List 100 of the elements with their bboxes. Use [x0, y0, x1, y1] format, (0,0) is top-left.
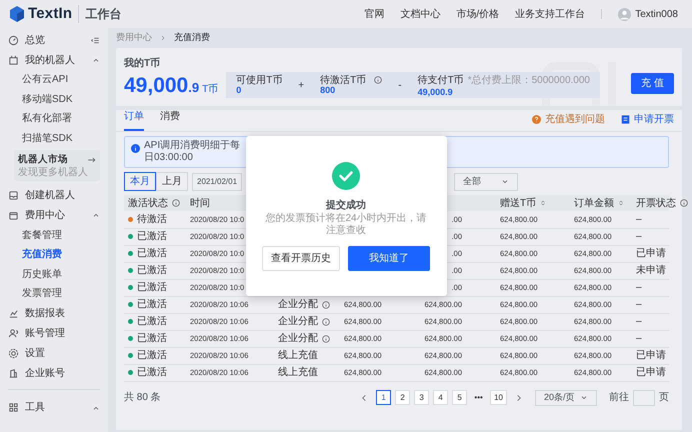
column-header: 订单金额	[574, 196, 614, 210]
page-size-select[interactable]: 20条/页	[535, 390, 597, 406]
table-cell: –	[636, 316, 642, 327]
recharge-button[interactable]: 充 值	[631, 72, 674, 94]
sidebar-subitem[interactable]: 移动端SDK	[8, 90, 100, 109]
date-field[interactable]: 2021/02/01	[192, 172, 242, 190]
chevron-right-icon	[515, 394, 523, 402]
sidebar-item[interactable]: 我的机器人	[8, 50, 100, 70]
wallet-icon	[8, 210, 19, 221]
chart-icon	[8, 308, 19, 319]
tray-icon	[8, 190, 19, 201]
table-cell-text: 已激活	[137, 349, 167, 363]
table-cell: –	[636, 214, 642, 225]
page-button[interactable]: 2	[395, 390, 410, 405]
table-cell-text: 已激活	[137, 264, 167, 278]
more-pages-button[interactable]: •••	[471, 390, 486, 405]
sidebar-item[interactable]: 数据报表	[8, 303, 100, 324]
table-cell-text: 企业分配	[278, 332, 318, 346]
nav-link[interactable]: 官网	[364, 6, 384, 22]
table-cell-text: 已激活	[137, 247, 167, 261]
page-button[interactable]: 3	[414, 390, 430, 405]
balance-amount: 49,000.9 T币	[124, 75, 218, 98]
nav-link[interactable]: 业务支持工作台	[515, 6, 586, 22]
dialog-title: 提交成功	[326, 198, 366, 212]
workspace-title: 工作台	[78, 5, 122, 23]
limit-note: *总付费上限：5000000.000	[468, 74, 590, 88]
confirm-button[interactable]: 我知道了	[348, 246, 430, 270]
hexagon-logo-icon	[10, 6, 24, 22]
chevron-up-icon	[92, 56, 100, 64]
page-button[interactable]: 5	[452, 390, 468, 405]
tab[interactable]: 订单	[124, 104, 144, 131]
info-circle-icon	[131, 144, 140, 153]
sidebar-subitem[interactable]: 发票管理	[8, 284, 100, 304]
period-button[interactable]: 本月	[124, 172, 156, 191]
page-button[interactable]: 1	[376, 390, 392, 405]
table-cell-text: 企业分配	[278, 298, 318, 312]
sidebar-item[interactable]: 创建机器人	[8, 185, 100, 206]
settings-icon	[8, 348, 19, 359]
table-cell-text: 已激活	[137, 230, 167, 244]
stat-label: 待激活T币	[320, 74, 366, 86]
page-unit-label: 页	[659, 391, 669, 405]
sidebar-item[interactable]: 总览	[8, 30, 100, 50]
chevron-down-icon	[501, 178, 509, 186]
sort-icon	[618, 199, 624, 207]
table-cell-text: 待激活	[137, 212, 167, 227]
sidebar-item[interactable]: 设置	[8, 343, 100, 364]
sidebar-subitem[interactable]: 历史账单	[8, 264, 100, 284]
info-icon	[374, 76, 382, 84]
table-cell-text: 线上充值	[278, 348, 318, 363]
gauge-icon	[8, 34, 19, 46]
operator-sign: +	[298, 80, 304, 90]
breadcrumb-current: 充值消费	[174, 31, 210, 44]
period-button[interactable]: 上月	[156, 172, 188, 191]
sidebar-item[interactable]: 企业账号	[8, 363, 100, 384]
nav-link[interactable]: 市场/价格	[456, 6, 500, 22]
chevron-right-icon	[160, 34, 166, 42]
question-icon	[532, 115, 541, 124]
sort-icon	[540, 199, 546, 207]
table-cell: 未申请	[636, 265, 666, 276]
stat-value: 0	[236, 86, 242, 96]
column-header: 时间	[190, 196, 210, 210]
sidebar-item[interactable]: 工具	[8, 389, 100, 420]
sidebar-subitem[interactable]: 公有云API	[8, 70, 100, 90]
table-cell-text: 已激活	[137, 332, 167, 346]
sidebar-item[interactable]: 账号管理	[8, 323, 100, 344]
sidebar-subitem[interactable]: 私有化部署	[8, 109, 100, 128]
table-cell: –	[636, 333, 642, 344]
sidebar-subitem[interactable]: 扫描笔SDK	[8, 128, 100, 148]
grid-icon	[8, 402, 19, 414]
page-input[interactable]	[633, 390, 655, 406]
table-cell-text: 已激活	[137, 298, 167, 312]
arrow-right-icon	[87, 156, 96, 164]
sidebar-item[interactable]: 费用中心	[8, 205, 100, 226]
table-cell-text: 线上充值	[278, 366, 318, 380]
user-name[interactable]: Textin008	[635, 6, 678, 22]
invoice-link[interactable]: 申请开票	[621, 112, 674, 127]
sidebar-subitem[interactable]: 套餐管理	[8, 225, 100, 245]
table-cell: –	[636, 299, 642, 310]
sidebar-subitem[interactable]: 充值消费	[8, 244, 100, 264]
column-header: 开票状态	[636, 196, 676, 210]
info-icon	[172, 199, 180, 207]
stat-label: 待支付T币	[418, 74, 464, 86]
stat-value: 800	[320, 86, 336, 96]
building-icon	[8, 368, 19, 379]
info-icon	[322, 318, 330, 326]
tab[interactable]: 消费	[160, 104, 180, 131]
column-header: 激活状态	[128, 196, 168, 210]
info-icon	[322, 334, 330, 342]
chevron-down-icon	[580, 394, 588, 402]
page-button[interactable]: 10	[490, 390, 507, 405]
market-card[interactable]: 机器人市场 发现更多机器人	[14, 150, 100, 182]
table-cell: –	[636, 282, 642, 293]
stat-value: 49,000.9	[418, 88, 454, 98]
history-button[interactable]: 查看开票历史	[262, 246, 340, 270]
avatar-icon[interactable]	[618, 8, 632, 20]
status-select[interactable]: 全部	[454, 172, 518, 190]
page-button[interactable]: 4	[433, 390, 448, 405]
table-cell: –	[636, 231, 642, 242]
total-count: 共 80 条	[124, 390, 161, 405]
nav-link[interactable]: 文档中心	[400, 6, 440, 22]
